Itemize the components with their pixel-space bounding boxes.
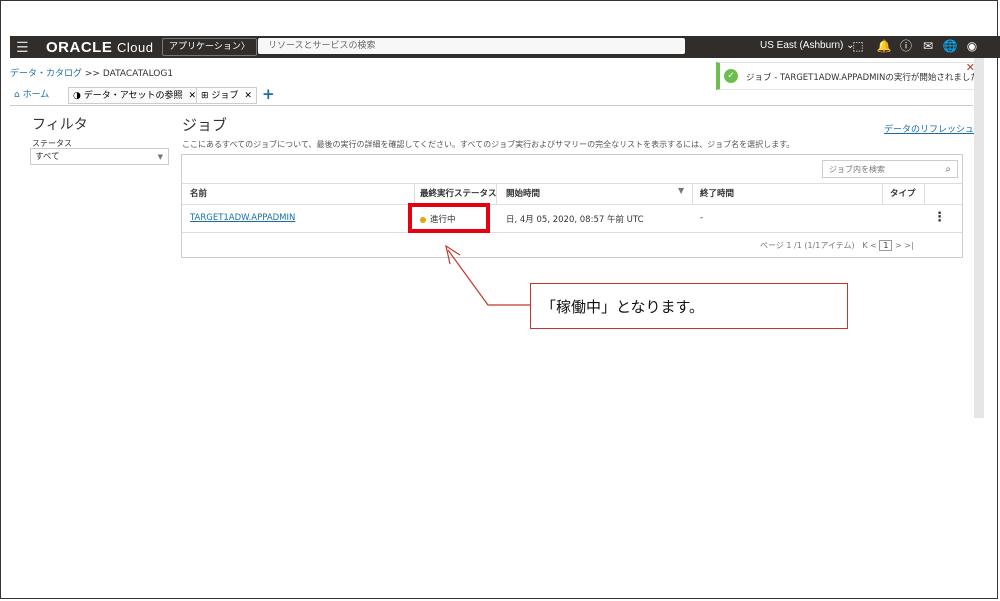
annotation-callout: 「稼働中」となります。	[530, 283, 848, 329]
annotation-arrow	[445, 244, 530, 306]
